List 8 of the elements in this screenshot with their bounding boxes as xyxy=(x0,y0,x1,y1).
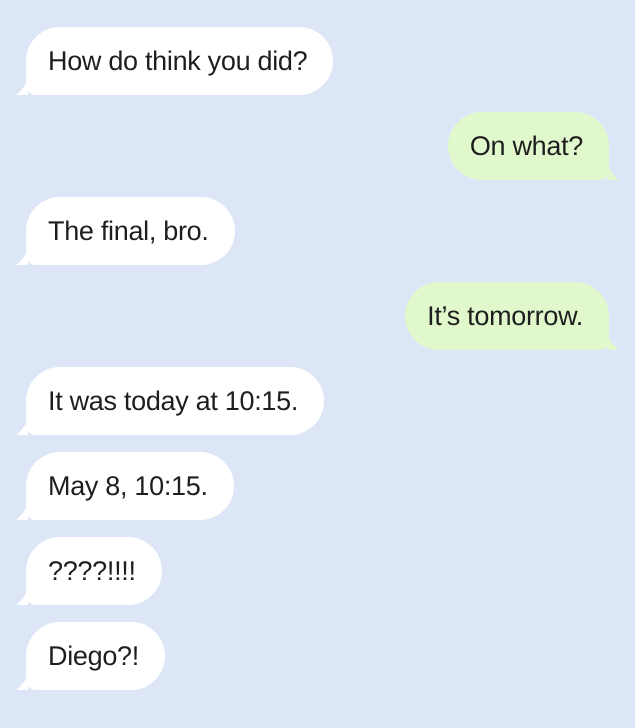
incoming-message-bubble: It was today at 10:15. xyxy=(26,367,324,435)
incoming-message-bubble: May 8, 10:15. xyxy=(26,452,234,520)
incoming-message-bubble: ????!!!! xyxy=(26,537,162,605)
incoming-message-bubble: How do think you did? xyxy=(26,27,334,95)
incoming-message-bubble: The final, bro. xyxy=(26,197,235,265)
outgoing-message-bubble: It’s tomorrow. xyxy=(405,282,609,350)
incoming-message-bubble: Diego?! xyxy=(26,622,165,690)
outgoing-message-bubble: On what? xyxy=(448,112,609,180)
